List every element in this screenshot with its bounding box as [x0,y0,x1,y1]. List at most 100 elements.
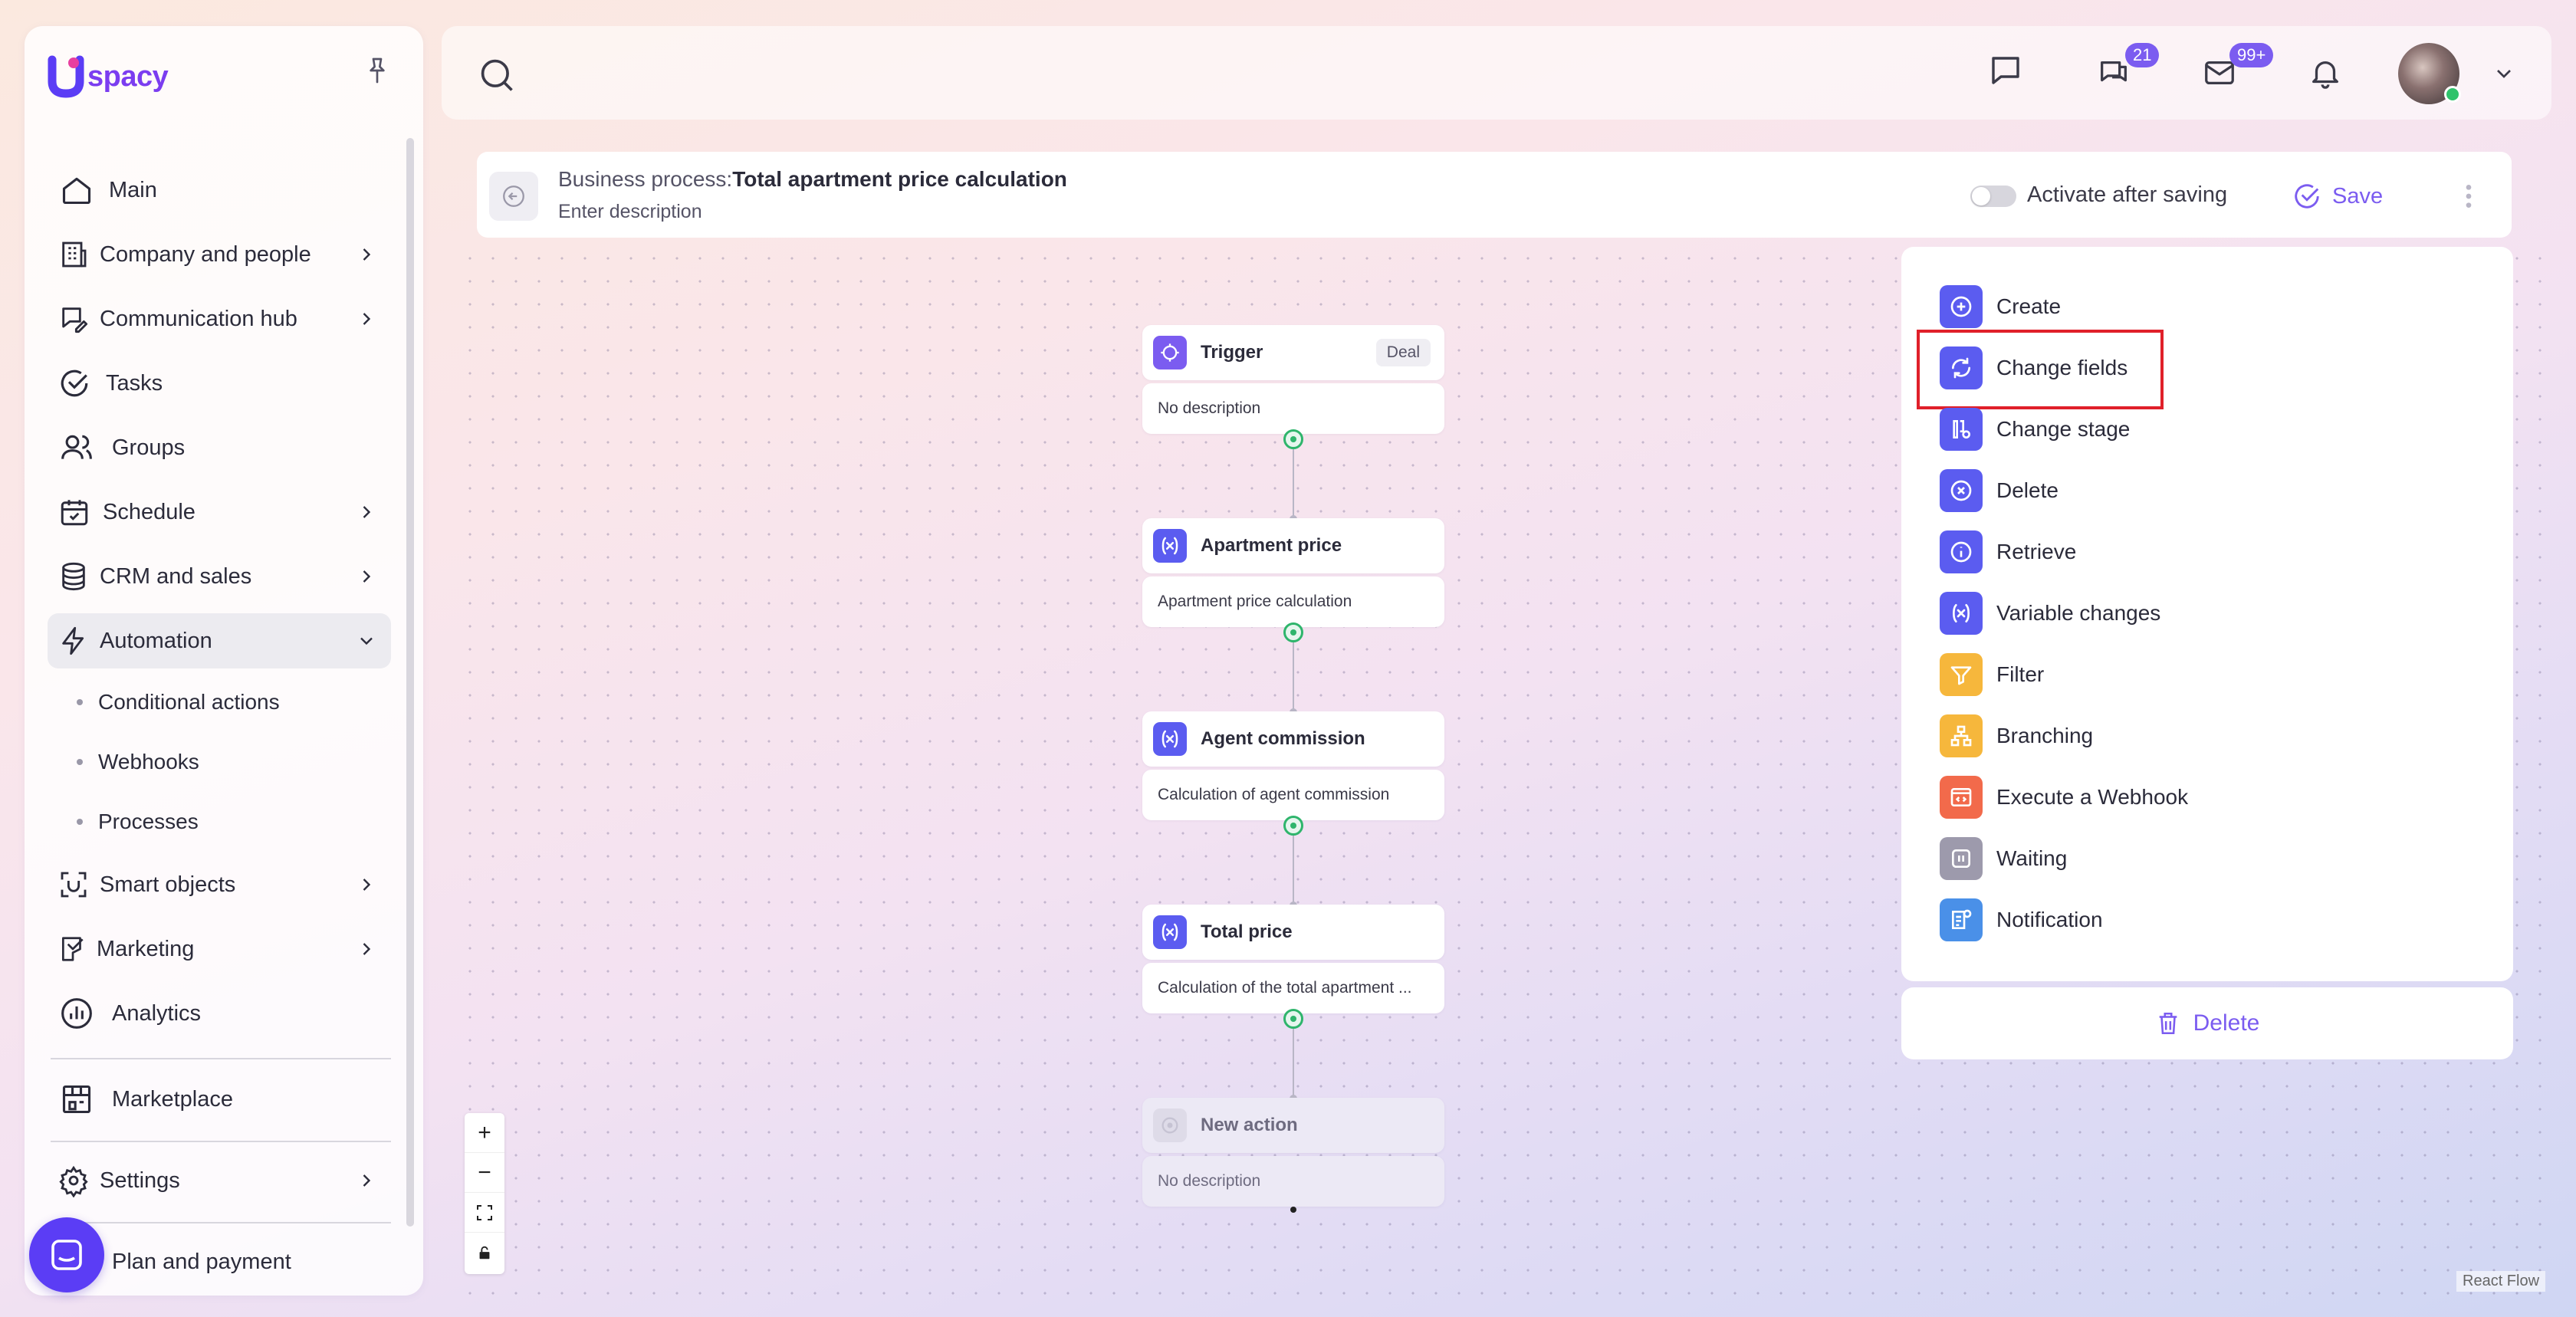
logo[interactable]: spacy [48,54,169,100]
sidebar-item-automation[interactable]: Automation [48,613,391,668]
search-icon[interactable] [477,55,517,95]
lightning-icon [58,622,89,659]
flow-node-agent-commission[interactable]: Agent commission [1142,711,1444,767]
node-description[interactable]: Calculation of agent commission [1142,770,1444,820]
sidebar-item-communication[interactable]: Communication hub [48,291,391,346]
flow-node-new-action[interactable]: New action [1142,1098,1444,1153]
action-waiting[interactable]: Waiting [1940,837,2067,880]
process-description[interactable]: Enter description [558,201,702,223]
flow-node-total-price[interactable]: Total price [1142,905,1444,960]
sidebar-item-marketplace[interactable]: Marketplace [48,1072,391,1127]
bell-icon[interactable] [2308,55,2343,90]
node-description[interactable]: Calculation of the total apartment ... [1142,963,1444,1013]
node-output-handle[interactable] [1283,622,1303,642]
node-description[interactable]: No description [1142,383,1444,434]
check-circle-icon [58,365,90,402]
action-label: Filter [1996,662,2045,686]
action-execute-webhook[interactable]: Execute a Webhook [1940,776,2188,819]
sidebar-item-analytics[interactable]: Analytics [48,986,391,1041]
node-output-handle[interactable] [1290,1207,1296,1213]
node-title: New action [1201,1115,1298,1135]
zoom-out-icon[interactable]: − [465,1153,504,1193]
notification-icon [1940,898,1983,941]
save-button[interactable]: Save [2292,179,2383,213]
back-arrow-icon [503,186,524,207]
scan-icon [58,866,89,903]
node-output-handle[interactable] [1283,816,1303,836]
action-notification[interactable]: Notification [1940,898,2103,941]
activate-label: Activate after saving [2027,182,2228,207]
sidebar-subitem-webhooks[interactable]: Webhooks [77,739,199,785]
action-create[interactable]: Create [1940,285,2061,328]
node-output-handle[interactable] [1283,429,1303,449]
action-label: Waiting [1996,846,2068,870]
node-description[interactable]: No description [1142,1156,1444,1207]
zoom-controls: + − [465,1113,504,1274]
chevron-down-icon [360,637,373,645]
sidebar-subitem-processes[interactable]: Processes [77,799,199,845]
logo-text: spacy [87,60,169,93]
chevron-right-icon [363,879,371,891]
action-retrieve[interactable]: Retrieve [1940,530,2076,573]
fit-view-icon[interactable] [465,1193,504,1233]
chat-icon[interactable] [1987,52,2024,89]
sidebar-item-company[interactable]: Company and people [48,227,391,282]
messages-badge: 21 [2125,43,2160,67]
sidebar-item-label: CRM and sales [100,563,252,589]
react-flow-attribution[interactable]: React Flow [2456,1271,2546,1292]
action-label: Retrieve [1996,540,2077,563]
sidebar-item-groups[interactable]: Groups [48,420,391,475]
node-title: Agent commission [1201,728,1365,749]
node-title: Apartment price [1201,535,1342,556]
flow-edge [1293,442,1294,518]
node-description[interactable]: Apartment price calculation [1142,576,1444,627]
more-options-icon[interactable] [2463,181,2475,212]
support-chat-button[interactable] [29,1217,104,1292]
node-output-handle[interactable] [1283,1009,1303,1029]
process-title: Business process:Total apartment price c… [558,167,1067,192]
highlight-box [1917,330,2164,409]
action-variable-changes[interactable]: Variable changes [1940,592,2160,635]
webhook-icon [1940,776,1983,819]
action-branching[interactable]: Branching [1940,714,2093,757]
sidebar-item-smart-objects[interactable]: Smart objects [48,857,391,912]
sidebar-item-schedule[interactable]: Schedule [48,484,391,540]
action-filter[interactable]: Filter [1940,653,2044,696]
sidebar-item-label: Tasks [106,370,163,396]
sidebar-item-marketing[interactable]: Marketing [48,921,391,977]
chat-edit-icon [58,301,89,337]
sidebar-item-tasks[interactable]: Tasks [48,356,391,411]
sidebar-scrollbar[interactable] [406,138,414,1227]
action-change-stage[interactable]: Change stage [1940,408,2130,451]
plus-circle-icon [1940,285,1983,328]
chevron-right-icon [363,1174,371,1187]
divider [51,1058,391,1059]
x-circle-icon [1940,469,1983,512]
trigger-icon [1153,336,1187,369]
pin-icon[interactable] [362,55,393,86]
node-title: Total price [1201,921,1293,942]
flow-node-trigger[interactable]: Trigger Deal [1142,325,1444,380]
action-label: Variable changes [1996,601,2161,625]
sidebar-subitem-conditional-actions[interactable]: Conditional actions [77,679,280,725]
sidebar-item-settings[interactable]: Settings [48,1153,391,1208]
coins-icon [58,558,89,595]
delete-node-button[interactable]: Delete [1901,987,2513,1059]
sidebar-item-label: Main [109,177,157,202]
sidebar-item-crm[interactable]: CRM and sales [48,549,391,604]
variable-icon [1153,722,1187,756]
action-label: Delete [1996,478,2058,502]
flow-node-apartment-price[interactable]: Apartment price [1142,518,1444,573]
activate-toggle[interactable] [1970,186,2016,207]
sidebar-item-main[interactable]: Main [48,163,391,218]
lock-icon[interactable] [465,1233,504,1273]
chevron-down-icon[interactable] [2492,61,2516,86]
chevron-right-icon [363,506,371,518]
back-button[interactable] [489,172,538,221]
action-delete[interactable]: Delete [1940,469,2058,512]
zoom-in-icon[interactable]: + [465,1113,504,1153]
process-title-name[interactable]: Total apartment price calculation [732,167,1067,191]
pause-icon [1940,837,1983,880]
action-label: Change stage [1996,417,2131,441]
divider [51,1141,391,1142]
